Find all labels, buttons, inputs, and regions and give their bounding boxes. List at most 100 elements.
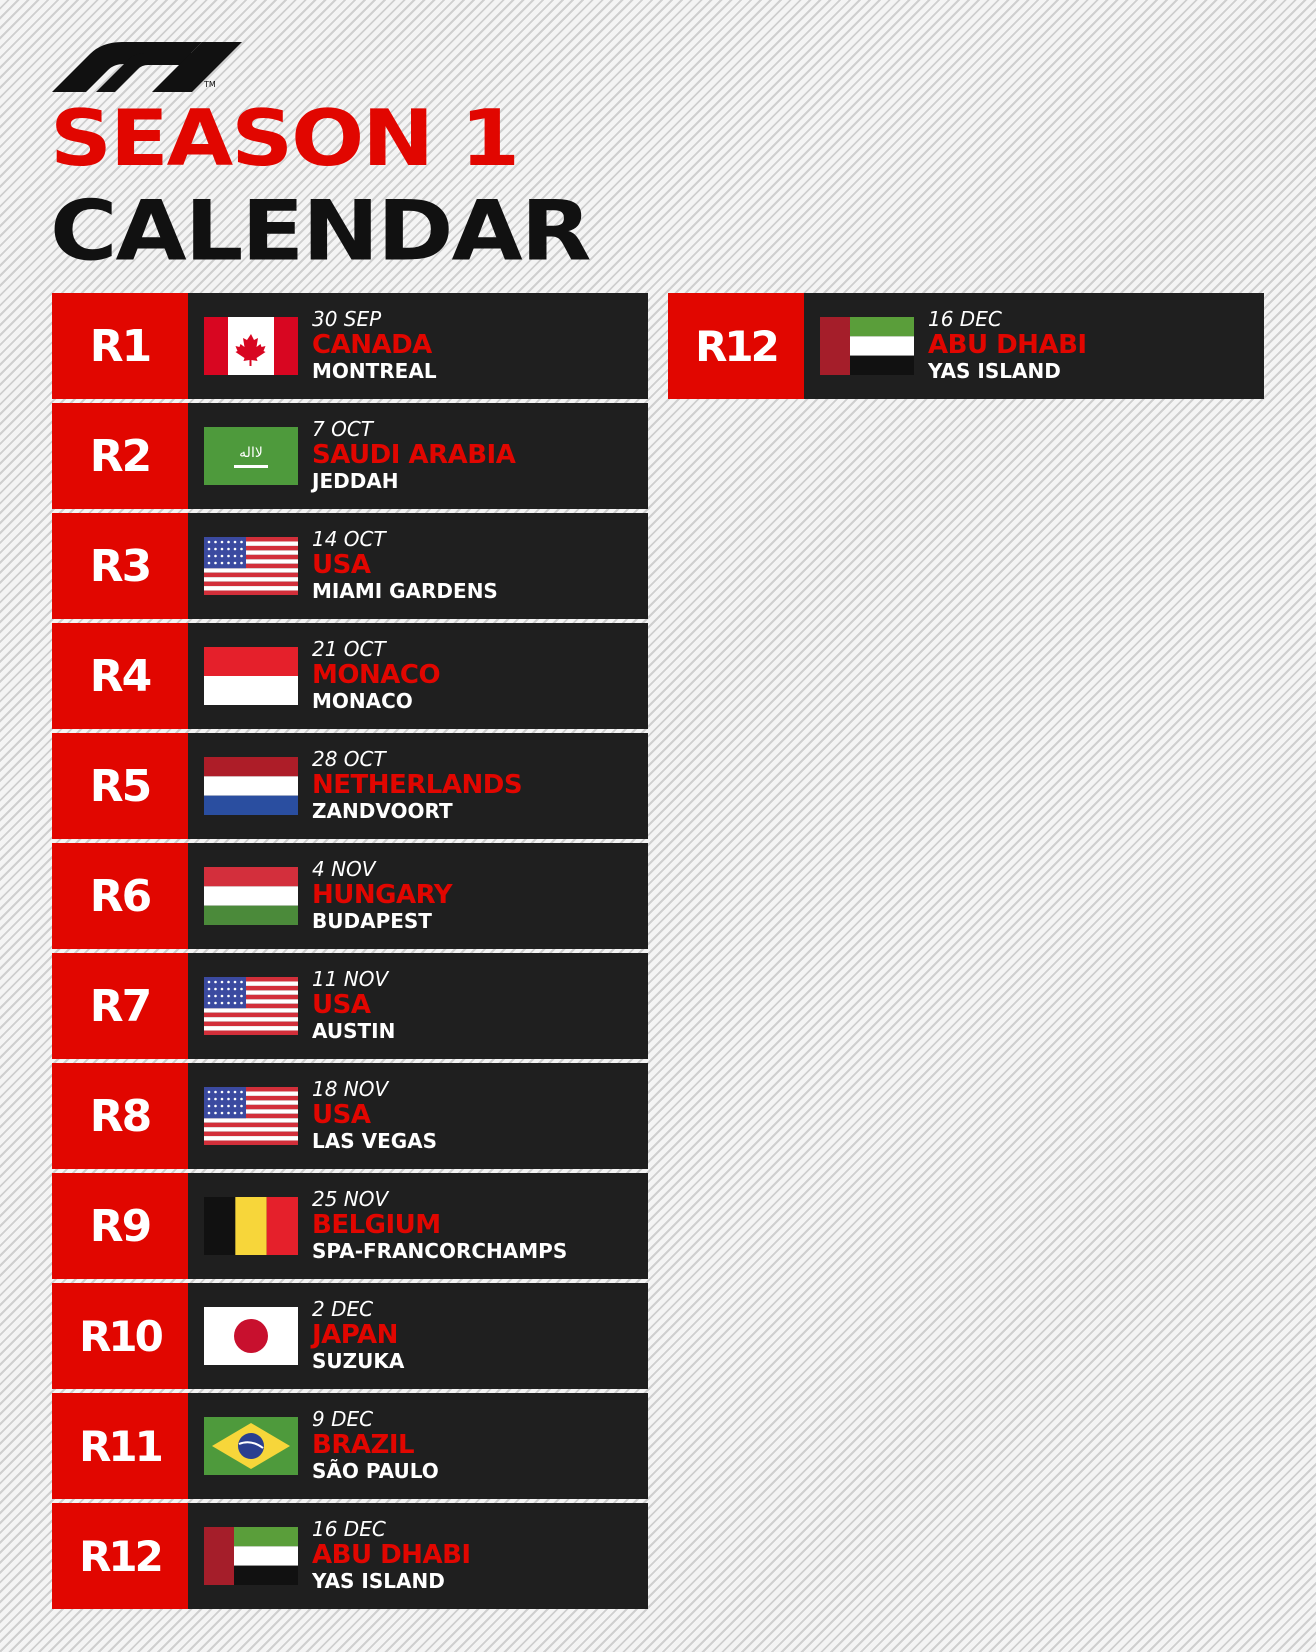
flag-cell [188, 1063, 302, 1169]
race-row: R10 2 DEC JAPAN SUZUKA [52, 1283, 648, 1389]
flag-cell [188, 623, 302, 729]
round-badge: R12 [668, 293, 804, 399]
race-date: 16 DEC [312, 1516, 386, 1541]
race-date: 16 DEC [928, 306, 1002, 331]
race-date: 2 DEC [312, 1296, 374, 1321]
race-row: R2 ﻻﺍﻟﻪ 7 OCT SAUDI ARABIA JEDDAH [52, 403, 648, 509]
round-badge: R1 [52, 293, 188, 399]
race-date: 18 NOV [312, 1076, 389, 1101]
uae-flag-icon [204, 1527, 298, 1585]
flag-cell [188, 1393, 302, 1499]
race-country: BRAZIL [312, 1429, 415, 1460]
flag-cell [188, 513, 302, 619]
flag-cell [188, 293, 302, 399]
race-city: MIAMI GARDENS [312, 579, 498, 604]
round-badge: R7 [52, 953, 188, 1059]
featured-race-list: R12 16 DEC ABU DHABI YAS ISLAND [668, 293, 1264, 403]
flag-cell [188, 733, 302, 839]
race-date: 9 DEC [312, 1406, 374, 1431]
race-city: MONACO [312, 689, 413, 714]
race-row: R5 28 OCT NETHERLANDS ZANDVOORT [52, 733, 648, 839]
flag-cell [188, 1283, 302, 1389]
race-info: 18 NOV USA LAS VEGAS [302, 1063, 437, 1169]
race-city: BUDAPEST [312, 909, 432, 934]
race-city: ZANDVOORT [312, 799, 453, 824]
race-country: BELGIUM [312, 1209, 441, 1240]
race-row: R12 16 DEC ABU DHABI YAS ISLAND [668, 293, 1264, 399]
flag-cell [804, 293, 918, 399]
race-info: 2 DEC JAPAN SUZUKA [302, 1283, 404, 1389]
belgium-flag-icon [204, 1197, 298, 1255]
race-info: 16 DEC ABU DHABI YAS ISLAND [918, 293, 1087, 399]
title-season: SEASON 1 [50, 93, 520, 184]
race-row: R4 21 OCT MONACO MONACO [52, 623, 648, 729]
race-city: SPA-FRANCORCHAMPS [312, 1239, 568, 1264]
usa-flag-icon [204, 977, 298, 1035]
race-date: 4 NOV [312, 856, 376, 881]
japan-flag-icon [204, 1307, 298, 1365]
race-date: 14 OCT [312, 526, 386, 551]
round-badge: R11 [52, 1393, 188, 1499]
race-info: 14 OCT USA MIAMI GARDENS [302, 513, 498, 619]
race-row: R8 18 NOV USA LAS VEGAS [52, 1063, 648, 1169]
race-city: SUZUKA [312, 1349, 405, 1374]
round-badge: R10 [52, 1283, 188, 1389]
race-country: NETHERLANDS [312, 769, 523, 800]
race-list: R1 30 SEP CANADA MONTREAL R2 ﻻﺍﻟﻪ 7 OCT … [52, 293, 648, 1613]
race-date: 7 OCT [312, 416, 374, 441]
uae-flag-icon [820, 317, 914, 375]
race-info: 28 OCT NETHERLANDS ZANDVOORT [302, 733, 523, 839]
race-info: 30 SEP CANADA MONTREAL [302, 293, 437, 399]
race-date: 28 OCT [312, 746, 386, 771]
race-country: ABU DHABI [312, 1539, 471, 1570]
race-info: 21 OCT MONACO MONACO [302, 623, 441, 729]
round-badge: R2 [52, 403, 188, 509]
round-badge: R6 [52, 843, 188, 949]
race-city: AUSTIN [312, 1019, 396, 1044]
round-badge: R12 [52, 1503, 188, 1609]
race-row: R11 9 DEC BRAZIL SÃO PAULO [52, 1393, 648, 1499]
usa-flag-icon [204, 537, 298, 595]
race-info: 7 OCT SAUDI ARABIA JEDDAH [302, 403, 516, 509]
monaco-flag-icon [204, 647, 298, 705]
canada-flag-icon [204, 317, 298, 375]
round-badge: R9 [52, 1173, 188, 1279]
trademark-symbol: TM [204, 80, 216, 89]
round-badge: R5 [52, 733, 188, 839]
race-country: JAPAN [312, 1319, 398, 1350]
race-country: USA [312, 1099, 371, 1130]
race-row: R7 11 NOV USA AUSTIN [52, 953, 648, 1059]
race-country: MONACO [312, 659, 441, 690]
round-badge: R3 [52, 513, 188, 619]
race-date: 11 NOV [312, 966, 389, 991]
race-city: YAS ISLAND [928, 359, 1061, 384]
race-date: 30 SEP [312, 306, 382, 331]
race-date: 25 NOV [312, 1186, 389, 1211]
race-row: R9 25 NOV BELGIUM SPA-FRANCORCHAMPS [52, 1173, 648, 1279]
race-country: USA [312, 989, 371, 1020]
race-info: 25 NOV BELGIUM SPA-FRANCORCHAMPS [302, 1173, 567, 1279]
race-country: ABU DHABI [928, 329, 1087, 360]
race-country: USA [312, 549, 371, 580]
usa-flag-icon [204, 1087, 298, 1145]
race-city: YAS ISLAND [312, 1569, 445, 1594]
race-info: 9 DEC BRAZIL SÃO PAULO [302, 1393, 439, 1499]
race-info: 4 NOV HUNGARY BUDAPEST [302, 843, 453, 949]
svg-text:ﻻﺍﻟﻪ: ﻻﺍﻟﻪ [239, 445, 263, 461]
race-country: CANADA [312, 329, 432, 360]
flag-cell [188, 1503, 302, 1609]
flag-cell [188, 1173, 302, 1279]
race-city: SÃO PAULO [312, 1459, 439, 1484]
race-info: 16 DEC ABU DHABI YAS ISLAND [302, 1503, 471, 1609]
race-date: 21 OCT [312, 636, 386, 661]
race-city: MONTREAL [312, 359, 437, 384]
race-country: SAUDI ARABIA [312, 439, 516, 470]
race-city: LAS VEGAS [312, 1129, 438, 1154]
race-row: R3 14 OCT USA MIAMI GARDENS [52, 513, 648, 619]
race-row: R6 4 NOV HUNGARY BUDAPEST [52, 843, 648, 949]
race-city: JEDDAH [312, 469, 399, 494]
netherlands-flag-icon [204, 757, 298, 815]
flag-cell [188, 953, 302, 1059]
flag-cell [188, 843, 302, 949]
saudi-arabia-flag-icon: ﻻﺍﻟﻪ [204, 427, 298, 485]
